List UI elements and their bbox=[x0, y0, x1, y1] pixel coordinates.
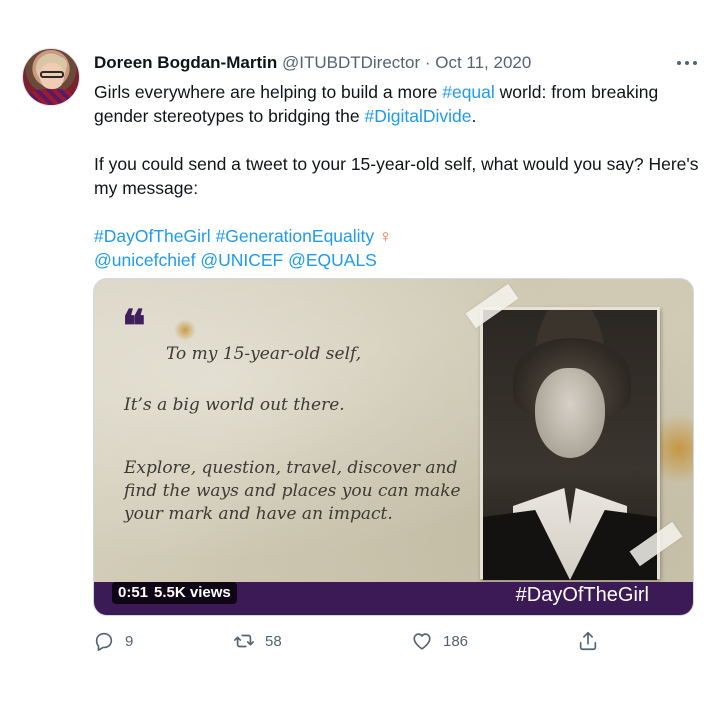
tweet-card[interactable]: Doreen Bogdan-Martin @ITUBDTDirector · O… bbox=[0, 0, 720, 710]
tweet-hashtags: #DayOfTheGirl #GenerationEquality ♀ bbox=[94, 224, 704, 248]
mention-unicefchief-link[interactable]: @unicefchief bbox=[94, 250, 195, 270]
share-icon bbox=[579, 631, 597, 651]
avatar-shirt bbox=[27, 89, 77, 105]
tweet-header: Doreen Bogdan-Martin @ITUBDTDirector · O… bbox=[94, 53, 531, 73]
avatar-glasses bbox=[40, 71, 64, 78]
retweet-button[interactable]: 58 bbox=[233, 630, 282, 652]
text-fragment: If you could send a tweet to your 15-yea… bbox=[94, 154, 699, 198]
reply-icon bbox=[95, 632, 113, 651]
share-button[interactable] bbox=[577, 630, 599, 652]
more-icon[interactable] bbox=[676, 50, 698, 73]
video-views: 5.5K views bbox=[154, 584, 231, 601]
quote-mark-icon: ❝ bbox=[122, 301, 146, 352]
tweet-text: Girls everywhere are helping to build a … bbox=[94, 80, 704, 272]
video-hashtag-overlay: #DayOfTheGirl bbox=[515, 584, 649, 606]
tweet-paragraph-1: Girls everywhere are helping to build a … bbox=[94, 80, 704, 128]
hashtag-digitaldivide-link[interactable]: #DigitalDivide bbox=[364, 106, 471, 126]
hashtag-dayofthegirl-link[interactable]: #DayOfTheGirl bbox=[94, 226, 211, 246]
video-stats-badge: 0:51 5.5K views bbox=[112, 582, 237, 604]
retweet-icon bbox=[234, 634, 254, 648]
vintage-portrait-photo bbox=[480, 307, 660, 580]
more-dots-icon bbox=[677, 61, 697, 65]
text-fragment: . bbox=[471, 106, 477, 126]
text-fragment: Girls everywhere are helping to build a … bbox=[94, 82, 443, 102]
heart-icon bbox=[413, 633, 431, 650]
tweet-mentions: @unicefchief @UNICEF @EQUALS bbox=[94, 248, 704, 272]
hashtag-generationequality-link[interactable]: #GenerationEquality bbox=[216, 226, 375, 246]
reply-count: 9 bbox=[125, 632, 134, 650]
letter-greeting: To my 15-year-old self, bbox=[166, 344, 362, 364]
tweet-date[interactable]: Oct 11, 2020 bbox=[435, 53, 531, 72]
like-count: 186 bbox=[443, 632, 469, 650]
letter-line: It’s a big world out there. bbox=[124, 395, 345, 415]
tweet-actions: 9 58 186 bbox=[93, 630, 613, 660]
author-handle[interactable]: @ITUBDTDirector bbox=[282, 53, 420, 72]
retweet-count: 58 bbox=[265, 632, 282, 650]
hashtag-equal-link[interactable]: #equal bbox=[442, 82, 495, 102]
mention-equals-link[interactable]: @EQUALS bbox=[288, 250, 377, 270]
paper-stain bbox=[174, 319, 196, 341]
mention-unicef-link[interactable]: @UNICEF bbox=[200, 250, 283, 270]
author-name[interactable]: Doreen Bogdan-Martin bbox=[94, 53, 277, 72]
video-time: 0:51 bbox=[118, 584, 149, 601]
video-player[interactable]: ❝ To my 15-year-old self, It’s a big wor… bbox=[93, 278, 694, 616]
portrait-face bbox=[535, 368, 605, 458]
letter-body: Explore, question, travel, discover and … bbox=[124, 458, 461, 524]
like-button[interactable]: 186 bbox=[411, 630, 468, 652]
venus-symbol: ♀ bbox=[379, 226, 393, 246]
tweet-paragraph-2: If you could send a tweet to your 15-yea… bbox=[94, 152, 704, 200]
date-separator: · bbox=[420, 53, 436, 72]
reply-button[interactable]: 9 bbox=[93, 630, 133, 652]
avatar[interactable] bbox=[22, 48, 80, 106]
